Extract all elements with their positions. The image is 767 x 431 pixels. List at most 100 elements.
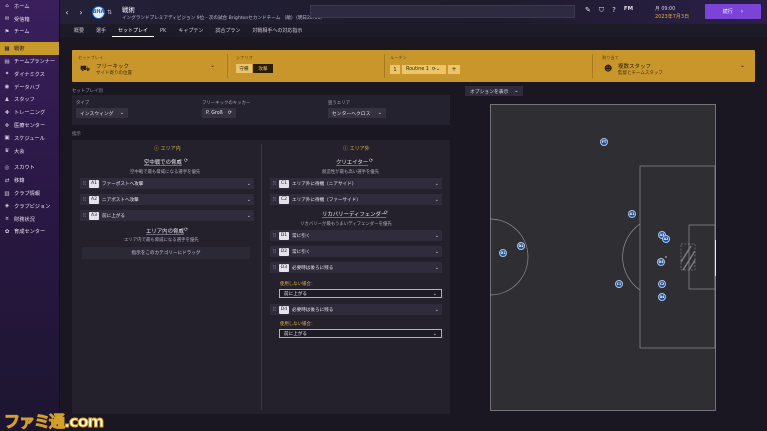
tab-4[interactable]: キャプテン	[172, 24, 209, 37]
nav-item-9[interactable]: ✙ 医療センター	[0, 119, 59, 132]
chevron-down-icon[interactable]: ⌄	[435, 197, 439, 203]
chevron-down-icon[interactable]: ⌄	[435, 233, 439, 239]
nav-item-10[interactable]: ▣ スケジュール	[0, 132, 59, 145]
chevron-down-icon[interactable]: ⌄	[435, 249, 439, 255]
chevron-down-icon[interactable]: ⌄	[247, 197, 251, 203]
drag-handle-icon[interactable]: ⠿	[80, 181, 89, 187]
drag-handle-icon[interactable]: ⠿	[270, 249, 279, 255]
tab-5[interactable]: 試合プラン	[209, 24, 246, 37]
tab-1[interactable]: 選手	[90, 24, 112, 37]
chevron-down-icon[interactable]: ⌄	[435, 181, 439, 187]
player-marker[interactable]: A1	[628, 210, 636, 218]
drag-handle-icon[interactable]: ⠿	[270, 181, 279, 187]
chevron-down-icon: ⌄	[377, 110, 382, 116]
nav-item-5[interactable]: ✦ ダイナミクス	[0, 68, 59, 81]
tab-3[interactable]: PK	[154, 24, 172, 37]
refresh-icon[interactable]: ⟳	[369, 158, 373, 164]
nav-item-1[interactable]: ✉ 受信箱	[0, 13, 59, 26]
delivery-type-dropdown[interactable]: インスウィング ⌄	[76, 108, 128, 118]
forward-arrow-icon[interactable]: ›	[74, 8, 88, 17]
instruction-row[interactable]: ⠿ D1 常に引く ⌄	[270, 230, 442, 241]
chevron-down-icon[interactable]: ⌄	[247, 213, 251, 219]
target-zone-dropdown[interactable]: センターへクロス ⌄	[328, 108, 386, 118]
nav-item-0[interactable]: ⌂ ホーム	[0, 0, 59, 13]
fallback-dropdown-1[interactable]: 前に上がる ⌄	[279, 289, 442, 298]
edit-routine-icon[interactable]: ⟳⌄	[432, 67, 440, 72]
nav-item-15[interactable]: ◈ クラブビジョン	[0, 200, 59, 213]
routine-number[interactable]: 1	[390, 65, 400, 74]
chevron-down-icon[interactable]: ⌄	[435, 307, 439, 313]
tab-0[interactable]: 概要	[68, 24, 90, 37]
drag-handle-icon[interactable]: ⠿	[270, 197, 279, 203]
search-input[interactable]	[310, 5, 575, 18]
nav-item-16[interactable]: ¤ 財務状況	[0, 213, 59, 226]
instruction-row[interactable]: ⠿ D2 常に引く ⌄	[270, 246, 442, 257]
nav-item-3[interactable]: ▦ 戦術	[0, 42, 59, 56]
tab-2[interactable]: セットプレイ	[112, 24, 155, 37]
refresh-icon[interactable]: ⟳	[184, 227, 188, 233]
free-kick-icon: ⛟	[80, 64, 91, 73]
player-marker[interactable]: A2	[662, 235, 670, 243]
instruction-text: 前に上がる	[102, 213, 125, 219]
back-arrow-icon[interactable]: ‹	[60, 8, 74, 17]
routine-selector[interactable]: Routine 1 ⟳⌄	[402, 65, 446, 74]
refresh-icon[interactable]: ⟳	[384, 210, 388, 216]
player-marker[interactable]: C2	[658, 280, 666, 288]
drag-handle-icon[interactable]: ⠿	[80, 197, 89, 203]
player-marker[interactable]: D4	[658, 293, 666, 301]
help-icon[interactable]: ?	[612, 6, 616, 15]
refresh-icon[interactable]: ⟳	[184, 158, 188, 164]
instruction-row[interactable]: ⠿ C1 エリア外に待機（ニアサイド） ⌄	[270, 178, 442, 189]
nav-item-7[interactable]: ♟ スタッフ	[0, 94, 59, 107]
taker-dropdown[interactable]: P. Groß ⟳	[202, 108, 236, 118]
instruction-row[interactable]: ⠿ A1 ファーポストへ攻撃 ⌄	[80, 178, 254, 189]
assignment-selector[interactable]: 割り当て ☻ 複数スタッフ 監督とチームスタッフ ⌄	[596, 50, 755, 82]
switch-team-icon[interactable]: ⇅	[107, 9, 112, 15]
show-options-button[interactable]: オプションを表示 ⌄	[465, 86, 523, 96]
instruction-row-d4[interactable]: ⠿ D4 必要時は後ろに残る ⌄	[270, 304, 442, 315]
nav-item-2[interactable]: ⚑ チーム	[0, 26, 59, 39]
drag-handle-icon[interactable]: ⠿	[270, 307, 279, 313]
nav-item-label: 財務状況	[14, 216, 35, 223]
nav-item-17[interactable]: ✿ 育成センター	[0, 226, 59, 239]
drag-handle-icon[interactable]: ⠿	[270, 265, 279, 271]
drag-instruction-dropzone[interactable]: 指示をこのカテゴリーにドラッグ	[82, 247, 250, 259]
continue-button[interactable]: 続行 ›	[705, 4, 761, 19]
instruction-row[interactable]: ⠿ D3 必要時は後ろに残る ⌄	[270, 262, 442, 273]
attack-toggle[interactable]: 攻撃	[253, 64, 273, 73]
divider	[227, 54, 228, 78]
instruction-row[interactable]: ⠿ A2 ニアポストへ攻撃 ⌄	[80, 194, 254, 205]
chevron-down-icon: ⌄	[210, 62, 216, 69]
add-routine-button[interactable]: +	[448, 65, 460, 74]
fallback-dropdown-2[interactable]: 前に上がる ⌄	[279, 329, 442, 338]
nav-item-6[interactable]: ◉ データハブ	[0, 81, 59, 94]
nav-item-8[interactable]: ✚ トレーニング	[0, 106, 59, 119]
player-marker[interactable]: D1	[499, 249, 507, 257]
player-marker[interactable]: D2	[517, 242, 525, 250]
instruction-row[interactable]: ⠿ C2 エリア外に待機（ファーサイド） ⌄	[270, 194, 442, 205]
drag-handle-icon[interactable]: ⠿	[270, 233, 279, 239]
box-threat-title: エリア内の脅威	[146, 229, 184, 235]
defend-toggle[interactable]: 守備	[236, 64, 252, 73]
drag-handle-icon[interactable]: ⠿	[80, 213, 89, 219]
club-crest-icon[interactable]: ⛉	[599, 6, 604, 15]
player-marker[interactable]: D3	[657, 258, 665, 266]
chevron-down-icon[interactable]: ⌄	[247, 181, 251, 187]
nav-item-13[interactable]: ⇄ 移籍	[0, 174, 59, 187]
player-marker[interactable]: C1	[615, 280, 623, 288]
club-badge[interactable]: BHA	[92, 5, 105, 19]
chevron-down-icon[interactable]: ⌄	[435, 265, 439, 271]
edit-icon[interactable]: ✎	[585, 6, 591, 15]
nav-item-4[interactable]: ▤ チームプランナー	[0, 55, 59, 68]
player-marker[interactable]: FT	[600, 138, 608, 146]
instruction-row[interactable]: ⠿ A3 前に上がる ⌄	[80, 210, 254, 221]
page-subtitle: イングランドプレミアディビジョン 9位 - 次の試合 Brightonセカンドチ…	[122, 15, 325, 21]
date-block: 月 09:00 2023年7月3日	[655, 5, 689, 20]
setpiece-type-selector[interactable]: セットプレイ ⛟ フリーキック サイド寄りの位置 ⌄	[72, 50, 222, 82]
nav-item-14[interactable]: ▥ クラブ情報	[0, 187, 59, 200]
nav-item-12[interactable]: ◎ スカウト	[0, 162, 59, 175]
tab-6[interactable]: 対戦相手への対応指示	[246, 24, 308, 37]
nav-item-11[interactable]: ♛ 大会	[0, 145, 59, 158]
fm-logo-icon[interactable]: FM	[624, 6, 633, 15]
fallback-label-2: 使用しない場合：	[280, 322, 316, 327]
